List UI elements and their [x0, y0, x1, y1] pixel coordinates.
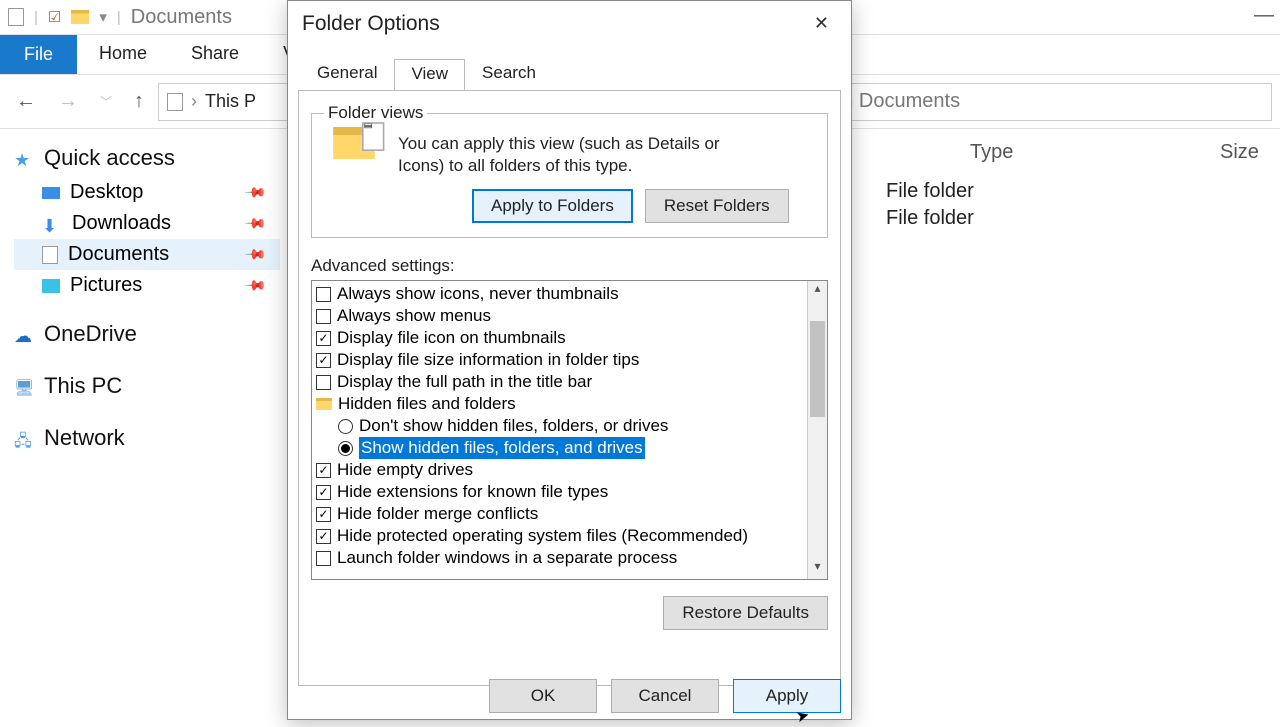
- file-tab[interactable]: File: [0, 35, 77, 74]
- dialog-title: Folder Options: [302, 12, 440, 36]
- sidebar-network[interactable]: 🖧Network: [14, 419, 280, 457]
- folder-options-dialog: Folder Options ✕ General View Search Fol…: [287, 0, 852, 720]
- sidebar-item-pictures[interactable]: Pictures📌: [14, 270, 280, 301]
- sidebar-item-documents[interactable]: Documents📌: [14, 239, 280, 270]
- nav-pane: ★Quick access Desktop📌 ⬇Downloads📌 Docum…: [0, 129, 280, 720]
- apply-button[interactable]: Apply: [733, 679, 841, 713]
- breadcrumb: This P: [205, 91, 256, 112]
- checkbox[interactable]: [316, 353, 331, 368]
- download-icon: ⬇: [42, 216, 62, 232]
- checkbox[interactable]: [316, 507, 331, 522]
- checkbox[interactable]: [316, 375, 331, 390]
- recent-dropdown[interactable]: ﹀: [92, 89, 120, 114]
- folder-views-legend: Folder views: [324, 103, 427, 123]
- scroll-thumb[interactable]: [810, 321, 825, 417]
- checkbox-icon: ☑: [48, 8, 61, 26]
- restore-defaults-button[interactable]: Restore Defaults: [663, 596, 828, 630]
- dialog-tabs: General View Search: [288, 46, 851, 90]
- forward-button[interactable]: →: [50, 86, 86, 117]
- ok-button[interactable]: OK: [489, 679, 597, 713]
- tab-search[interactable]: Search: [465, 58, 553, 90]
- sidebar-onedrive[interactable]: ☁OneDrive: [14, 315, 280, 353]
- selected-option: Show hidden files, folders, and drives: [359, 437, 645, 459]
- checkbox[interactable]: [316, 309, 331, 324]
- checkbox[interactable]: [316, 463, 331, 478]
- sidebar-item-desktop[interactable]: Desktop📌: [14, 177, 280, 208]
- apply-to-folders-button[interactable]: Apply to Folders: [472, 189, 633, 223]
- cancel-button[interactable]: Cancel: [611, 679, 719, 713]
- reset-folders-button[interactable]: Reset Folders: [645, 189, 789, 223]
- folder-icon: [71, 10, 89, 24]
- column-type[interactable]: Type: [970, 141, 1140, 164]
- radio[interactable]: [338, 419, 353, 434]
- network-icon: 🖧: [14, 430, 34, 446]
- onedrive-icon: ☁: [14, 326, 34, 342]
- pin-icon: 📌: [243, 242, 267, 266]
- checkbox[interactable]: [316, 331, 331, 346]
- folder-views-text: You can apply this view (such as Details…: [398, 133, 768, 177]
- checkbox[interactable]: [316, 287, 331, 302]
- folder-options-icon: ▤: [333, 127, 375, 159]
- radio[interactable]: [338, 441, 353, 456]
- scroll-up-icon[interactable]: ▴: [808, 281, 827, 301]
- checkbox[interactable]: [316, 485, 331, 500]
- pictures-icon: [42, 279, 60, 293]
- up-button[interactable]: ↑: [126, 86, 152, 117]
- document-icon: [8, 8, 24, 26]
- column-size[interactable]: Size: [1220, 141, 1259, 164]
- tab-view[interactable]: View: [394, 59, 465, 91]
- checkbox[interactable]: [316, 529, 331, 544]
- minimize-button[interactable]: —: [1254, 4, 1274, 27]
- advanced-settings-list[interactable]: Always show icons, never thumbnails Alwa…: [311, 280, 828, 580]
- scrollbar[interactable]: ▴ ▾: [807, 281, 827, 579]
- document-icon: [167, 93, 183, 111]
- back-button[interactable]: ←: [8, 86, 44, 117]
- pin-icon: 📌: [243, 273, 267, 297]
- sidebar-item-downloads[interactable]: ⬇Downloads📌: [14, 208, 280, 239]
- star-icon: ★: [14, 150, 34, 166]
- window-title: Documents: [131, 6, 232, 29]
- document-icon: [42, 246, 58, 264]
- desktop-icon: [42, 187, 60, 199]
- folder-icon: [316, 398, 332, 410]
- home-tab[interactable]: Home: [77, 35, 169, 74]
- sidebar-thispc[interactable]: 🖥This PC: [14, 367, 280, 405]
- pin-icon: 📌: [243, 180, 267, 204]
- folder-views-group: Folder views ▤ You can apply this view (…: [311, 103, 828, 238]
- scroll-down-icon[interactable]: ▾: [808, 559, 827, 579]
- quick-access[interactable]: ★Quick access: [14, 139, 280, 177]
- advanced-settings-label: Advanced settings:: [311, 256, 828, 276]
- tab-general[interactable]: General: [300, 58, 394, 90]
- pc-icon: 🖥: [14, 378, 34, 394]
- checkbox[interactable]: [316, 551, 331, 566]
- close-button[interactable]: ✕: [806, 9, 837, 38]
- share-tab[interactable]: Share: [169, 35, 261, 74]
- pin-icon: 📌: [243, 211, 267, 235]
